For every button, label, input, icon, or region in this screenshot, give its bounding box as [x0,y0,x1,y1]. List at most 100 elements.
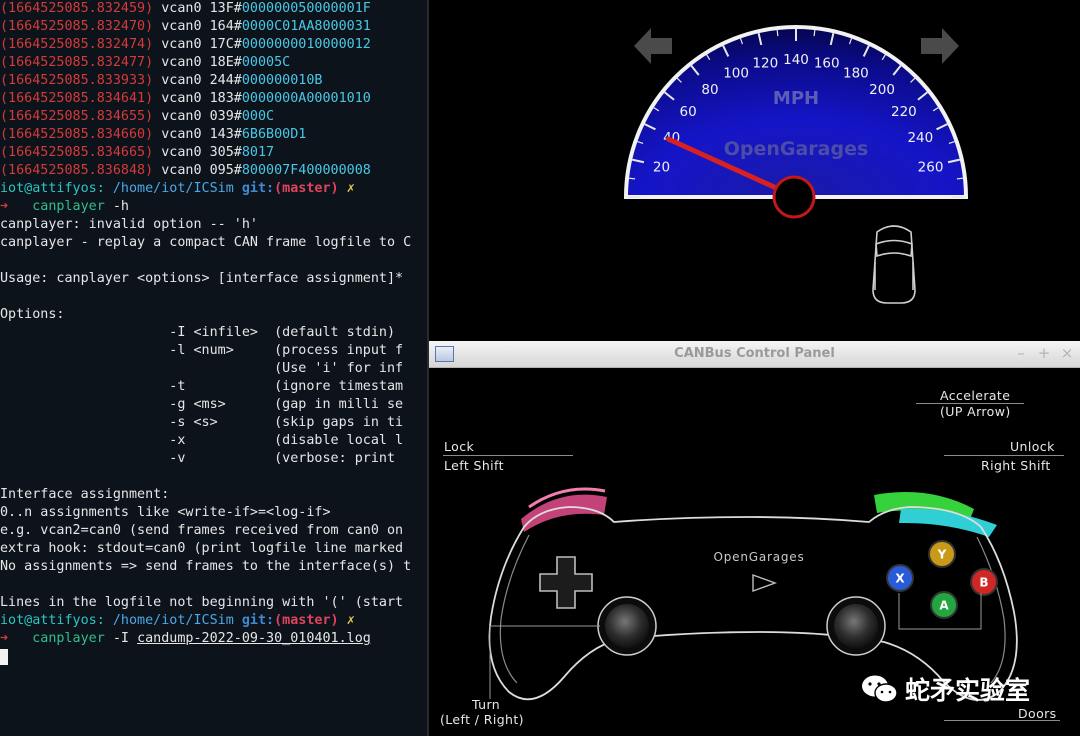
candump-timestamp: (1664525085.832474) [0,37,154,52]
candump-frame-id: vcan0 039# [153,109,242,124]
prompt-git: git: [241,613,275,628]
candump-data: 0000C01AA8000031 [241,19,371,34]
terminal-window[interactable]: (1664525085.832459) vcan0 13F#0000000500… [0,0,427,736]
command-output-text: e.g. vcan2=can0 (send frames received fr… [0,523,404,538]
a-button-label: A [939,599,949,613]
candump-line: (1664525085.832459) vcan0 13F#0000000500… [0,0,371,18]
unlock-bumper[interactable] [874,492,997,537]
candump-timestamp: (1664525085.832459) [0,1,154,16]
gauge-tick-label: 260 [918,159,944,175]
command-output-text: Lines in the logfile not beginning with … [0,595,404,610]
b-button[interactable]: B [970,568,998,596]
lock-rule [443,455,573,456]
candump-timestamp: (1664525085.832477) [0,55,154,70]
speed-unit-label: MPH [773,88,819,109]
unlock-label: Unlock [1010,439,1055,454]
prompt-path: /home/iot/ICSim [112,181,234,196]
lock-key-label: Left Shift [444,458,504,473]
minimize-button[interactable]: – [1013,344,1029,362]
maximize-button[interactable]: + [1036,344,1052,362]
command-output-text: -v (verbose: print [0,451,396,466]
candump-timestamp: (1664525085.834660) [0,127,154,142]
right-turn-signal-icon [921,28,959,64]
candump-line: (1664525085.834665) vcan0 305#8017 [0,144,274,162]
wechat-watermark: 蛇矛实验室 [861,671,1030,710]
unlock-key-label: Right Shift [981,458,1051,473]
prompt-user: iot@attifyos: [0,181,105,196]
prompt-git: git: [241,181,275,196]
window-title: CANBus Control Panel [674,346,835,361]
dashboard-brand-label: OpenGarages [724,138,869,160]
candump-timestamp: (1664525085.834655) [0,109,154,124]
command-output-line: extra hook: stdout=can0 (print logfile l… [0,540,403,558]
command-output-line: Options: [0,306,65,324]
gauge-tick [628,177,636,180]
gauge-tick-label: 240 [907,130,933,146]
candump-frame-id: vcan0 143# [153,127,242,142]
needle-hub [772,175,816,219]
left-turn-signal-icon [634,28,672,64]
shell-command: ➜ canplayer -h [0,198,129,216]
command-output-text: -t (ignore timestam [0,379,404,394]
close-button[interactable]: × [1059,344,1075,362]
gauge-tick-label: 120 [752,55,778,71]
prompt-arrow-icon: ➜ [0,631,9,646]
gauge-tick-label: 60 [680,104,697,120]
window-titlebar[interactable]: CANBus Control Panel – + × [429,341,1080,368]
candump-timestamp: (1664525085.833933) [0,73,154,88]
watermark-text: 蛇矛实验室 [905,676,1031,705]
canbus-control-panel-window[interactable]: CANBus Control Panel – + × OpenGarages Y… [429,341,1080,736]
command-output-text: canplayer: invalid option -- 'h' [0,217,258,232]
command-name: canplayer [32,631,105,646]
command-output-text: -I <infile> (default stdin) [0,325,396,340]
a-button[interactable]: A [930,591,958,619]
candump-data-hi: 0000001F [306,1,371,16]
gauge-tick-label: 160 [814,55,840,71]
command-output-text: (Use 'i' for inf [0,361,404,376]
left-stick[interactable] [597,596,657,656]
candump-data: 800007F400000008 [241,163,371,178]
command-output-line: -g <ms> (gap in milli se [0,396,403,414]
candump-timestamp: (1664525085.836848) [0,163,154,178]
shell-prompt: iot@attifyos: /home/iot/ICSim git:(maste… [0,612,355,630]
prompt-path: /home/iot/ICSim [112,613,234,628]
y-button[interactable]: Y [928,540,956,568]
gauge-tick [956,177,964,180]
command-output-text: -g <ms> (gap in milli se [0,397,404,412]
candump-timestamp: (1664525085.834665) [0,145,154,160]
command-output-line: Interface assignment: [0,486,169,504]
y-button-label: Y [937,548,947,562]
prompt-arrow-icon: ➜ [0,199,9,214]
candump-line: (1664525085.833933) vcan0 244#000000010B [0,72,323,90]
command-output-text: canplayer - replay a compact CAN frame l… [0,235,412,250]
candump-frame-id: vcan0 095# [153,163,242,178]
dpad-icon[interactable] [539,556,593,609]
command-output-text: Options: [0,307,65,322]
candump-data: 6B6B00D1 [241,127,307,142]
candump-frame-id: vcan0 18E# [153,55,242,70]
start-button-icon[interactable] [752,574,778,592]
right-stick[interactable] [826,596,886,656]
prompt-branch: (master) [274,181,339,196]
wechat-icon [861,674,899,710]
command-output-line: -x (disable local l [0,432,403,450]
command-output-line: -v (verbose: print [0,450,395,468]
command-output-line: Lines in the logfile not beginning with … [0,594,403,612]
command-output-line: -I <infile> (default stdin) [0,324,395,342]
command-output-text: -x (disable local l [0,433,404,448]
command-args: -h [104,199,129,214]
candump-timestamp: (1664525085.832470) [0,19,154,34]
lock-label: Lock [444,439,475,454]
gauge-tick-label: 100 [723,66,749,82]
terminal-cursor [0,649,8,665]
x-button[interactable]: X [886,564,914,592]
command-output-text: extra hook: stdout=can0 (print logfile l… [0,541,404,556]
controller-brand-label: OpenGarages [713,550,804,564]
command-output-line: -l <num> (process input f [0,342,403,360]
candump-line: (1664525085.834641) vcan0 183#0000000A00… [0,90,371,108]
shell-command: ➜ canplayer -I candump-2022-09-30_010401… [0,630,371,648]
